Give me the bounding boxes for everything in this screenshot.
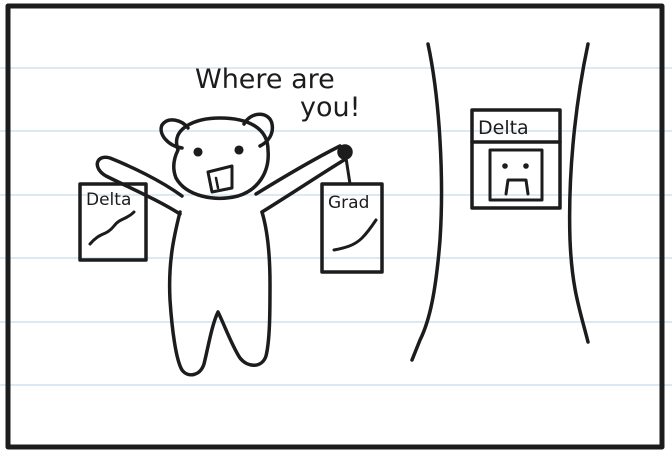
bear-left-eye (193, 147, 203, 157)
wall-poster-face-box (488, 148, 544, 202)
sad-face-left-eye (502, 163, 508, 169)
sad-face-right-eye (523, 163, 529, 169)
bear-head (172, 116, 270, 200)
wall-poster-label: Delta (478, 117, 529, 139)
bear-mouth-detail (214, 176, 220, 190)
bear-left-ear (159, 118, 190, 150)
panel-border (5, 3, 665, 450)
left-sign-label: Delta (86, 190, 131, 210)
right-sign-label: Grad (328, 193, 369, 213)
bear-body (167, 210, 272, 377)
comic-drawing: Where are you! Delta Grad Delta (0, 3, 672, 450)
bear-mouth (206, 164, 234, 194)
sad-face-mouth (504, 178, 530, 196)
wall-left-edge (410, 42, 444, 362)
right-sign-trend-line (332, 218, 378, 252)
speech-text: Where are you! (195, 64, 360, 123)
wall-poster: Delta (470, 108, 562, 210)
right-sign-string (344, 156, 352, 186)
bear-right-paw (337, 144, 353, 160)
bear-right-eye (234, 145, 244, 155)
comic-panel: Where are you! Delta Grad Delta (0, 0, 672, 456)
right-sign: Grad (320, 156, 384, 274)
speech-line-1: Where are (195, 64, 335, 95)
bear-figure (95, 112, 353, 377)
wall-right-edge (567, 42, 590, 344)
speech-line-2: you! (300, 92, 360, 123)
left-sign-trend-line (88, 210, 136, 246)
